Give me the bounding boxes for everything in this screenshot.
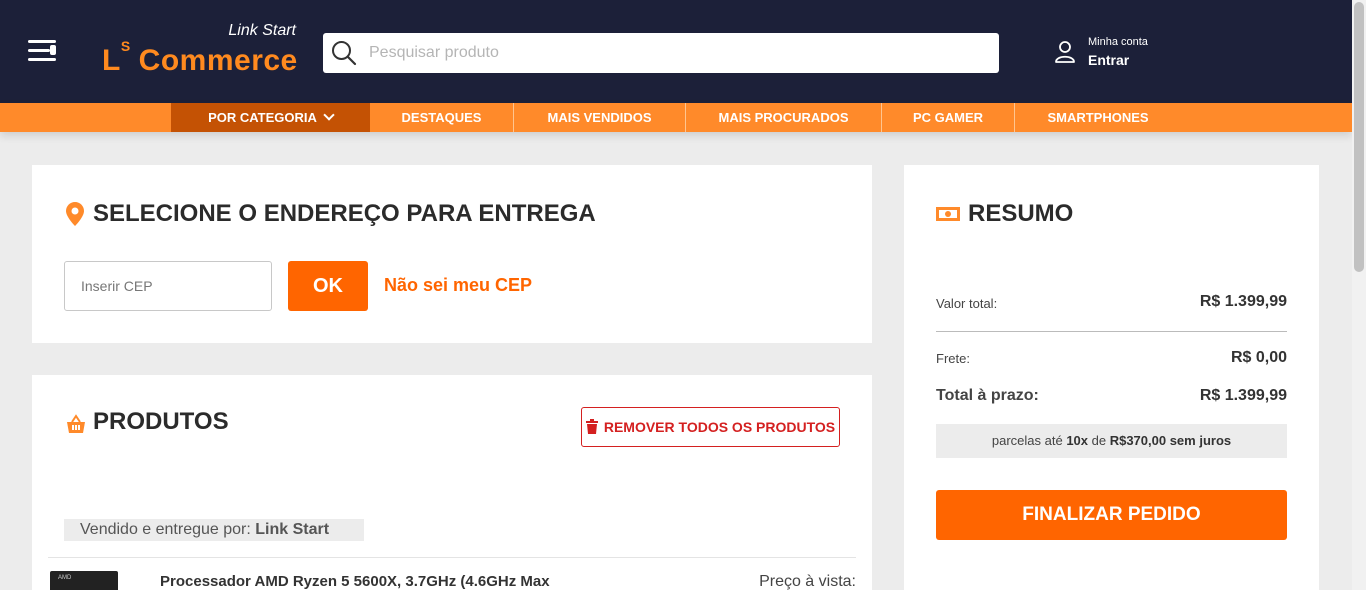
seller-info: Vendido e entregue por: Link Start <box>64 519 364 541</box>
category-nav: POR CATEGORIA DESTAQUES MAIS VENDIDOS MA… <box>0 103 1352 132</box>
chevron-down-icon <box>323 109 335 121</box>
installment-total-value: R$ 1.399,99 <box>1199 387 1287 404</box>
cep-input[interactable] <box>64 261 272 311</box>
installment-total-label: Total à prazo: <box>936 387 1039 404</box>
scrollbar-thumb[interactable] <box>1354 2 1364 272</box>
nav-item-mais-vendidos[interactable]: MAIS VENDIDOS <box>514 103 686 132</box>
product-image[interactable]: AMD <box>50 571 118 590</box>
products-title: PRODUTOS <box>93 408 229 435</box>
seller-name: Link Start <box>255 521 330 538</box>
product-name[interactable]: Processador AMD Ryzen 5 5600X, 3.7GHz (4… <box>160 573 550 590</box>
location-pin-icon <box>66 202 84 226</box>
hamburger-menu-icon[interactable] <box>28 38 58 64</box>
total-value: R$ 1.399,99 <box>1199 293 1287 310</box>
account-login[interactable]: Minha conta Entrar <box>1054 36 1174 72</box>
products-card: PRODUTOS REMOVER TODOS OS PRODUTOS Vendi… <box>32 375 872 590</box>
product-price-label: Preço à vista: <box>759 573 856 590</box>
basket-icon <box>67 414 85 433</box>
summary-title: RESUMO <box>968 200 1074 227</box>
unknown-cep-link[interactable]: Não sei meu CEP <box>384 275 532 296</box>
nav-item-smartphones[interactable]: SMARTPHONES <box>1015 103 1181 132</box>
money-icon <box>936 207 960 221</box>
summary-card: RESUMO Valor total: R$ 1.399,99 Frete: R… <box>904 165 1319 590</box>
logo-tagline: Link Start <box>228 22 296 39</box>
remove-all-products-button[interactable]: REMOVER TODOS OS PRODUTOS <box>581 407 840 447</box>
delivery-address-card: SELECIONE O ENDEREÇO PARA ENTREGA OK Não… <box>32 165 872 343</box>
logo-brand: LS Commerce <box>102 38 298 77</box>
installments-info: parcelas até 10x de R$370,00 sem juros <box>936 424 1287 458</box>
user-icon <box>1055 41 1075 63</box>
nav-item-mais-procurados[interactable]: MAIS PROCURADOS <box>686 103 882 132</box>
total-value-label: Valor total: <box>936 296 998 311</box>
finalize-order-button[interactable]: FINALIZAR PEDIDO <box>936 490 1287 540</box>
divider <box>936 331 1287 332</box>
delivery-title: SELECIONE O ENDEREÇO PARA ENTREGA <box>93 200 596 227</box>
trash-icon <box>585 419 598 435</box>
divider <box>48 557 856 558</box>
nav-item-pc-gamer[interactable]: PC GAMER <box>882 103 1015 132</box>
account-label: Minha conta <box>1088 36 1148 48</box>
nav-item-destaques[interactable]: DESTAQUES <box>370 103 514 132</box>
header: Link Start LSCommerce Minha conta Entrar <box>0 0 1352 103</box>
logo[interactable]: Link Start LS Commerce <box>102 20 302 84</box>
nav-category-dropdown[interactable]: POR CATEGORIA <box>171 103 370 132</box>
login-link[interactable]: Entrar <box>1088 52 1129 68</box>
shipping-value: R$ 0,00 <box>1230 349 1287 366</box>
search-bar <box>323 33 999 73</box>
cep-ok-button[interactable]: OK <box>288 261 368 311</box>
search-icon[interactable] <box>331 40 357 66</box>
search-input[interactable] <box>369 33 989 73</box>
shipping-label: Frete: <box>936 351 970 366</box>
page-scrollbar[interactable] <box>1352 0 1366 590</box>
